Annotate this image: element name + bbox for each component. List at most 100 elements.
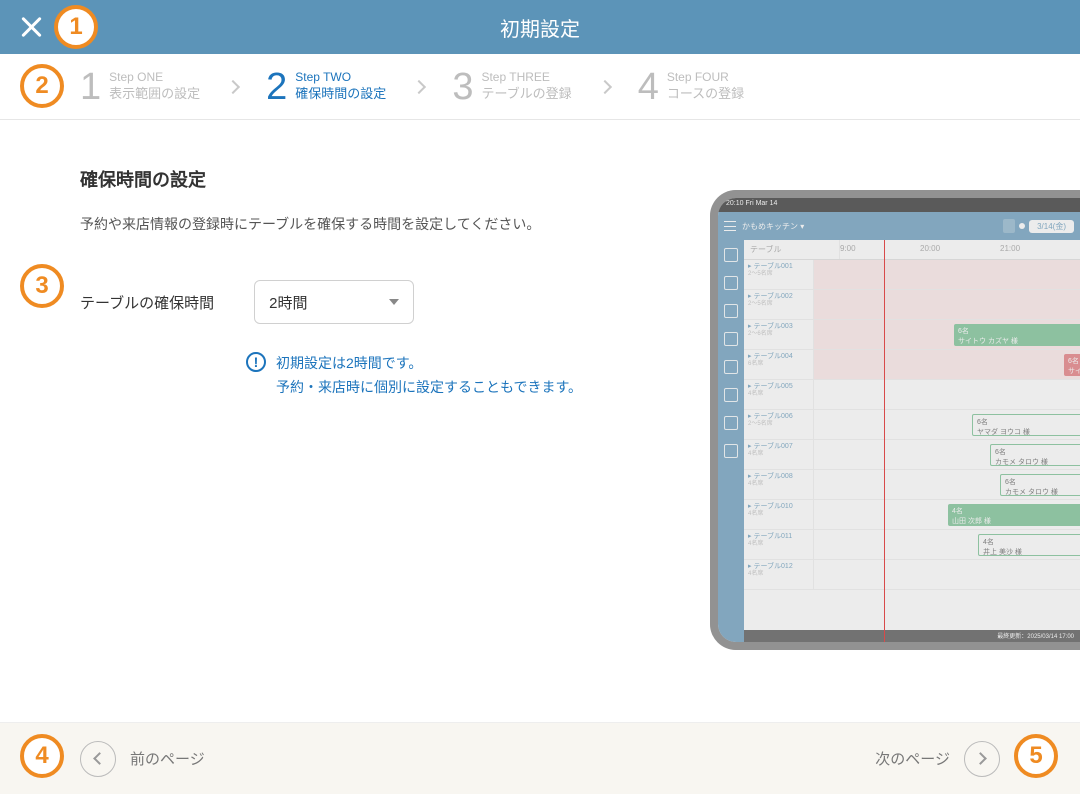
preview-table-row: ▸ テーブル0104名席 4名山田 次郎 様 <box>744 500 1080 530</box>
arrow-left-circle-icon <box>80 741 116 777</box>
hold-time-select[interactable]: 2時間 <box>254 280 414 324</box>
preview-table-row: ▸ テーブル0074名席6名カモメ タロウ 様 <box>744 440 1080 470</box>
step-2-en: Step TWO <box>295 70 386 86</box>
preview-row-label: ▸ テーブル0084名席 <box>744 470 814 499</box>
header-bar: 初期設定 <box>0 0 1080 54</box>
preview-shop-name: かもめキッチン ▾ <box>742 221 804 232</box>
chevron-right-icon <box>226 79 240 93</box>
layers-icon <box>724 388 738 402</box>
preview-table-row: ▸ テーブル0012〜5名席 <box>744 260 1080 290</box>
header-title: 初期設定 <box>0 13 1080 42</box>
gate-icon <box>724 360 738 374</box>
caret-down-icon <box>389 299 399 305</box>
preview-row-label: ▸ テーブル0104名席 <box>744 500 814 529</box>
preview-footer: 最終更新：2025/03/14 17:00 <box>744 630 1080 642</box>
step-4-en: Step FOUR <box>667 70 744 86</box>
preview-row-area <box>814 380 1080 409</box>
reservation-block: 6名サイトウ カズヤ 様 <box>954 324 1080 346</box>
reservation-block: 4名井上 美沙 様 <box>978 534 1080 556</box>
info-line-2: 予約・来店時に個別に設定することもできます。 <box>276 376 582 400</box>
step-2[interactable]: 2 Step TWO 確保時間の設定 <box>266 68 386 106</box>
preview-row-area: 4名井上 美沙 様 <box>814 530 1080 559</box>
sliders-icon <box>724 304 738 318</box>
list-icon <box>724 416 738 430</box>
close-icon[interactable] <box>18 14 44 40</box>
preview-row-label: ▸ テーブル0032〜6名席 <box>744 320 814 349</box>
step-bar: 1 Step ONE 表示範囲の設定 2 Step TWO 確保時間の設定 3 … <box>0 54 1080 120</box>
step-4[interactable]: 4 Step FOUR コースの登録 <box>638 68 745 106</box>
preview-row-area <box>814 290 1080 319</box>
now-line <box>884 240 885 642</box>
preview-row-area: 6名サイトウ 夕 <box>814 350 1080 379</box>
preview-top-bar: かもめキッチン ▾ 3/14(金) <box>718 212 1080 240</box>
preview-time-0: 9:00 <box>840 240 920 259</box>
preview-time-2: 21:00 <box>1000 240 1080 259</box>
preview-row-area: 6名カモメ タロウ 様 <box>814 470 1080 499</box>
prev-page-button[interactable]: 前のページ <box>80 741 205 777</box>
step-4-ja: コースの登録 <box>667 86 744 103</box>
preview-table-row: ▸ テーブル0114名席 4名井上 美沙 様 <box>744 530 1080 560</box>
annotation-badge-3: 3 <box>20 264 64 308</box>
preview-table-row: ▸ テーブル0046名席6名サイトウ 夕 <box>744 350 1080 380</box>
preview-row-area <box>814 260 1080 289</box>
mail-icon <box>724 276 738 290</box>
menu-icon <box>724 221 736 231</box>
arrow-right-circle-icon <box>964 741 1000 777</box>
annotation-badge-1: 1 <box>54 5 98 49</box>
footer-bar: 前のページ 次のページ <box>0 722 1080 794</box>
preview-row-area: 4名山田 次郎 様 <box>814 500 1080 529</box>
preview-screen: 20:10 Fri Mar 14 かもめキッチン ▾ 3/14(金) <box>718 198 1080 642</box>
preview-row-label: ▸ テーブル0012〜5名席 <box>744 260 814 289</box>
preview-row-label: ▸ テーブル0114名席 <box>744 530 814 559</box>
reservation-block: 6名カモメ タロウ 様 <box>990 444 1080 466</box>
reservation-block: 4名山田 次郎 様 <box>948 504 1080 526</box>
preview-status-bar: 20:10 Fri Mar 14 <box>718 198 1080 212</box>
reservation-block: 6名カモメ タロウ 様 <box>1000 474 1080 496</box>
step-3-ja: テーブルの登録 <box>481 86 571 103</box>
preview-grid: テーブル 9:00 20:00 21:00 ▸ テーブル0012〜5名席▸ テー… <box>744 240 1080 642</box>
preview-row-area <box>814 560 1080 589</box>
clock-icon <box>724 444 738 458</box>
preview-tablet: 20:10 Fri Mar 14 かもめキッチン ▾ 3/14(金) <box>710 190 1080 650</box>
annotation-badge-4: 4 <box>20 734 64 778</box>
chevron-right-icon <box>412 79 426 93</box>
preview-row-area: 6名カモメ タロウ 様 <box>814 440 1080 469</box>
step-3[interactable]: 3 Step THREE テーブルの登録 <box>452 68 571 106</box>
clipboard-icon <box>724 332 738 346</box>
preview-row-label: ▸ テーブル0054名席 <box>744 380 814 409</box>
step-2-ja: 確保時間の設定 <box>295 86 386 103</box>
dot-icon <box>1019 223 1025 229</box>
step-1-ja: 表示範囲の設定 <box>109 86 200 103</box>
next-page-button[interactable]: 次のページ <box>875 741 1000 777</box>
annotation-badge-5: 5 <box>1014 734 1058 778</box>
step-3-en: Step THREE <box>481 70 571 86</box>
info-line-1: 初期設定は2時間です。 <box>276 352 582 376</box>
prev-page-label: 前のページ <box>130 748 205 769</box>
next-page-label: 次のページ <box>875 748 950 769</box>
preview-row-label: ▸ テーブル0046名席 <box>744 350 814 379</box>
prev-date-icon <box>1003 219 1015 233</box>
page-heading: 確保時間の設定 <box>80 166 1080 192</box>
reservation-block: 6名ヤマダ ヨウコ 様 <box>972 414 1080 436</box>
hold-time-label: テーブルの確保時間 <box>80 292 214 313</box>
preview-date: 3/14(金) <box>1029 220 1074 233</box>
info-icon: ! <box>246 352 266 372</box>
preview-row-label: ▸ テーブル0124名席 <box>744 560 814 589</box>
preview-table-row: ▸ テーブル0084名席 6名カモメ タロウ 様 <box>744 470 1080 500</box>
preview-sidebar <box>718 240 744 642</box>
content-area: 確保時間の設定 予約や来店情報の登録時にテーブルを確保する時間を設定してください… <box>0 120 1080 400</box>
preview-row-label: ▸ テーブル0062〜5名席 <box>744 410 814 439</box>
preview-table-row: ▸ テーブル0022〜5名席 <box>744 290 1080 320</box>
preview-row-area: 6名サイトウ カズヤ 様 <box>814 320 1080 349</box>
preview-row-label: ▸ テーブル0022〜5名席 <box>744 290 814 319</box>
step-1[interactable]: 1 Step ONE 表示範囲の設定 <box>80 68 200 106</box>
home-icon <box>724 248 738 262</box>
annotation-badge-2: 2 <box>20 64 64 108</box>
preview-row-area: 6名ヤマダ ヨウコ 様 <box>814 410 1080 439</box>
preview-table-row: ▸ テーブル0062〜5名席 6名ヤマダ ヨウコ 様 <box>744 410 1080 440</box>
preview-col-table: テーブル <box>744 240 840 259</box>
step-1-en: Step ONE <box>109 70 200 86</box>
hold-time-value: 2時間 <box>269 292 307 313</box>
preview-table-row: ▸ テーブル0054名席 <box>744 380 1080 410</box>
preview-table-row: ▸ テーブル0124名席 <box>744 560 1080 590</box>
